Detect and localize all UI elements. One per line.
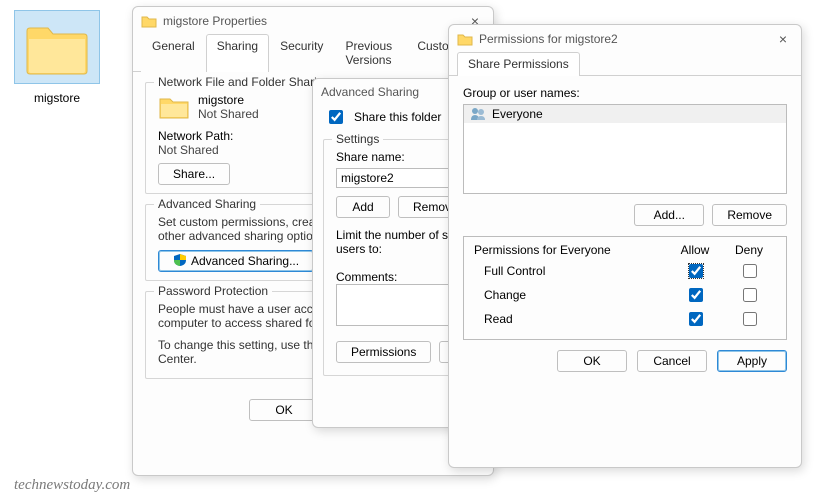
add-button[interactable]: Add... xyxy=(634,204,704,226)
share-folder-label: Share this folder xyxy=(354,110,441,124)
share-folder-chk[interactable] xyxy=(329,110,343,124)
watermark: technewstoday.com xyxy=(14,477,130,494)
perm-for-label: Permissions for Everyone xyxy=(474,243,668,257)
users-icon xyxy=(470,107,486,121)
deny-checkbox[interactable] xyxy=(743,288,757,302)
allow-checkbox[interactable] xyxy=(689,312,703,326)
share-name: migstore xyxy=(198,93,259,107)
folder-icon xyxy=(158,94,190,120)
dialog-buttons: OK Cancel Apply xyxy=(449,340,801,386)
apply-button[interactable]: Apply xyxy=(717,350,787,372)
group-names-label: Group or user names: xyxy=(463,86,787,100)
allow-checkbox[interactable] xyxy=(689,288,703,302)
window-title: Advanced Sharing xyxy=(321,85,419,99)
folder-icon xyxy=(457,32,473,46)
list-item[interactable]: Everyone xyxy=(464,105,786,123)
shield-icon xyxy=(173,253,187,267)
titlebar: Permissions for migstore2 × xyxy=(449,25,801,51)
deny-checkbox[interactable] xyxy=(743,312,757,326)
tab-security[interactable]: Security xyxy=(269,34,334,72)
ok-button[interactable]: OK xyxy=(249,399,319,421)
add-button[interactable]: Add xyxy=(336,196,390,218)
ok-button[interactable]: OK xyxy=(557,350,627,372)
advanced-sharing-button[interactable]: Advanced Sharing... xyxy=(158,250,314,272)
perm-name: Change xyxy=(474,288,668,302)
group-listbox[interactable]: Everyone xyxy=(463,104,787,194)
table-row: Read xyxy=(474,309,776,329)
permissions-table: Permissions for Everyone Allow Deny Full… xyxy=(463,236,787,340)
tab-previous-versions[interactable]: Previous Versions xyxy=(334,34,406,72)
share-button[interactable]: Share... xyxy=(158,163,230,185)
list-item-label: Everyone xyxy=(492,107,543,121)
desktop-folder[interactable]: migstore xyxy=(12,10,102,105)
folder-icon xyxy=(25,25,89,75)
deny-header: Deny xyxy=(722,243,776,257)
group-legend: Advanced Sharing xyxy=(154,197,260,211)
tabs: General Sharing Security Previous Versio… xyxy=(133,33,493,72)
advanced-sharing-label: Advanced Sharing... xyxy=(191,254,299,268)
group-legend: Password Protection xyxy=(154,284,272,298)
titlebar: migstore Properties × xyxy=(133,7,493,33)
allow-checkbox[interactable] xyxy=(689,264,703,278)
tab-general[interactable]: General xyxy=(141,34,206,72)
allow-header: Allow xyxy=(668,243,722,257)
share-status: Not Shared xyxy=(198,107,259,121)
perm-name: Read xyxy=(474,312,668,326)
deny-checkbox[interactable] xyxy=(743,264,757,278)
group-legend: Network File and Folder Sharing xyxy=(154,75,334,89)
table-row: Full Control xyxy=(474,261,776,281)
cancel-button[interactable]: Cancel xyxy=(637,350,707,372)
close-icon[interactable]: × xyxy=(773,31,793,47)
group-legend: Settings xyxy=(332,132,383,146)
table-row: Change xyxy=(474,285,776,305)
permissions-window: Permissions for migstore2 × Share Permis… xyxy=(448,24,802,468)
permissions-button[interactable]: Permissions xyxy=(336,341,431,363)
window-title: Permissions for migstore2 xyxy=(479,32,618,46)
desktop-folder-label: migstore xyxy=(12,91,102,105)
perm-name: Full Control xyxy=(474,264,668,278)
folder-icon xyxy=(141,14,157,28)
tab-share-permissions[interactable]: Share Permissions xyxy=(457,52,580,76)
remove-button[interactable]: Remove xyxy=(712,204,787,226)
tab-sharing[interactable]: Sharing xyxy=(206,34,269,72)
window-title: migstore Properties xyxy=(163,14,267,28)
